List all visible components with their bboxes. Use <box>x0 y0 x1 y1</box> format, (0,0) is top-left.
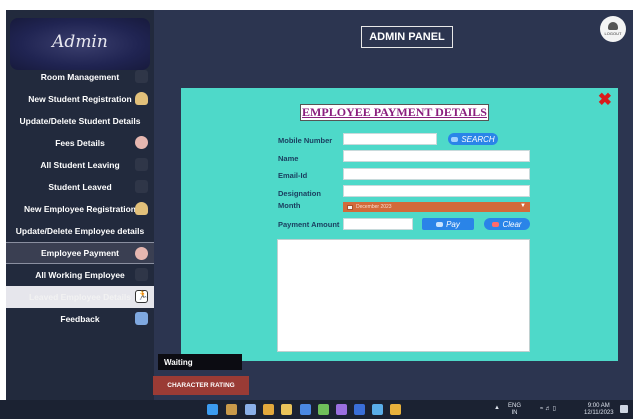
sidebar-item-label: New Employee Registration <box>24 204 136 214</box>
admin-logo: Admin <box>10 18 150 70</box>
taskbar-clock[interactable]: 9:00 AM 12/11/2023 <box>584 403 614 417</box>
windows-taskbar: ▲ ENG IN ≈ ♬ ▯ 9:00 AM 12/11/2023 <box>0 400 633 419</box>
close-icon[interactable]: ✖ <box>598 90 612 110</box>
character-rating-button[interactable]: CHARACTER RATING <box>153 376 249 395</box>
logout-label: LOGOUT <box>604 31 622 36</box>
form-title: EMPLOYEE PAYMENT DETAILS <box>300 104 489 121</box>
app-icon[interactable] <box>390 404 401 415</box>
calendar-icon <box>347 204 353 210</box>
pay-button-label: Pay <box>446 219 460 229</box>
sidebar-item-label: New Student Registration <box>28 94 132 104</box>
wifi-volume-battery-icon[interactable]: ≈ ♬ ▯ <box>540 406 556 413</box>
month-label: Month <box>278 201 301 210</box>
sidebar: Admin Room Management New Student Regist… <box>6 10 154 400</box>
sidebar-item-room-management[interactable]: Room Management <box>6 66 154 88</box>
language-indicator[interactable]: ENG IN <box>508 403 521 417</box>
payment-amount-input[interactable] <box>343 218 413 230</box>
sidebar-item-student-leaved[interactable]: Student Leaved <box>6 176 154 198</box>
mobile-number-input[interactable] <box>343 133 437 145</box>
widgets-icon[interactable] <box>226 404 237 415</box>
pay-icon <box>436 221 444 227</box>
waiting-status: Waiting <box>158 354 242 370</box>
search-icon <box>451 136 459 142</box>
leaving-icon <box>135 158 148 171</box>
runner-icon <box>135 290 148 303</box>
chevron-up-icon[interactable]: ▲ <box>494 405 500 411</box>
sidebar-item-label: Fees Details <box>55 138 105 148</box>
clear-button[interactable]: Clear <box>484 218 530 230</box>
lang-bottom: IN <box>511 410 518 416</box>
sidebar-item-label: All Student Leaving <box>40 160 120 170</box>
sidebar-item-label: Room Management <box>40 72 120 82</box>
mobile-number-label: Mobile Number <box>278 136 333 145</box>
sidebar-item-label: Feedback <box>60 314 100 324</box>
search-button-label: SEARCH <box>461 134 495 144</box>
clock-date: 12/11/2023 <box>584 410 614 416</box>
visual-studio-icon[interactable] <box>336 404 347 415</box>
sidebar-item-feedback[interactable]: Feedback <box>6 308 154 330</box>
sidebar-item-update-delete-student[interactable]: Update/Delete Student Details <box>6 110 154 132</box>
clear-icon <box>492 221 500 227</box>
notification-icon[interactable] <box>620 405 628 413</box>
payment-details-area[interactable] <box>277 239 530 352</box>
payment-amount-label: Payment Amount <box>278 220 340 229</box>
search-button[interactable]: SEARCH <box>448 133 498 145</box>
chevron-down-icon: ▼ <box>520 203 526 209</box>
admin-app-window: Admin Room Management New Student Regist… <box>6 10 633 400</box>
email-input[interactable] <box>343 168 530 180</box>
sidebar-item-all-student-leaving[interactable]: All Student Leaving <box>6 154 154 176</box>
email-label: Email-Id <box>278 171 308 180</box>
file-explorer-icon[interactable] <box>281 404 292 415</box>
name-input[interactable] <box>343 150 530 162</box>
logout-button[interactable]: LOGOUT <box>600 16 626 42</box>
sidebar-item-label: Student Leaved <box>48 182 112 192</box>
sidebar-item-label: Leaved Employee Details <box>28 292 132 302</box>
room-icon <box>135 70 148 83</box>
sidebar-item-employee-payment[interactable]: Employee Payment <box>6 242 154 264</box>
start-icon[interactable] <box>207 404 218 415</box>
sidebar-item-leaved-employee-details[interactable]: Leaved Employee Details <box>6 286 154 308</box>
leaved-icon <box>135 180 148 193</box>
chat-icon[interactable] <box>245 404 256 415</box>
sidebar-item-label: Update/Delete Student Details <box>19 116 141 126</box>
sidebar-item-update-delete-employee[interactable]: Update/Delete Employee details <box>6 220 154 242</box>
sidebar-item-label: All Working Employee <box>35 270 125 280</box>
logout-icon <box>608 22 618 30</box>
window-top-strip <box>0 0 633 10</box>
sidebar-item-new-student-registration[interactable]: New Student Registration <box>6 88 154 110</box>
hand-icon <box>135 136 148 149</box>
pay-button[interactable]: Pay <box>422 218 474 230</box>
edge-icon[interactable] <box>263 404 274 415</box>
sidebar-item-all-working-employee[interactable]: All Working Employee <box>6 264 154 286</box>
designation-label: Designation <box>278 189 321 198</box>
sidebar-item-fees-details[interactable]: Fees Details <box>6 132 154 154</box>
sidebar-item-new-employee-registration[interactable]: New Employee Registration <box>6 198 154 220</box>
clear-button-label: Clear <box>502 219 522 229</box>
name-label: Name <box>278 154 299 163</box>
clock-time: 9:00 AM <box>587 403 610 409</box>
month-picker[interactable]: December 2023 ▼ <box>343 202 530 212</box>
store-icon[interactable] <box>300 404 311 415</box>
document-icon <box>135 312 148 325</box>
person-icon <box>135 202 148 215</box>
browser-icon[interactable] <box>372 404 383 415</box>
hand-icon <box>135 247 148 260</box>
chrome-icon[interactable] <box>318 404 329 415</box>
person-icon <box>135 92 148 105</box>
designation-input[interactable] <box>343 185 530 197</box>
employee-payment-card: ✖ EMPLOYEE PAYMENT DETAILS Mobile Number… <box>181 88 618 361</box>
sidebar-item-label: Update/Delete Employee details <box>15 226 145 236</box>
working-icon <box>135 268 148 281</box>
word-icon[interactable] <box>354 404 365 415</box>
month-value: December 2023 <box>356 204 392 210</box>
lang-top: ENG <box>508 403 522 409</box>
sidebar-item-label: Employee Payment <box>41 248 119 258</box>
logo-text: Admin <box>52 32 108 52</box>
page-title: ADMIN PANEL <box>361 26 453 48</box>
